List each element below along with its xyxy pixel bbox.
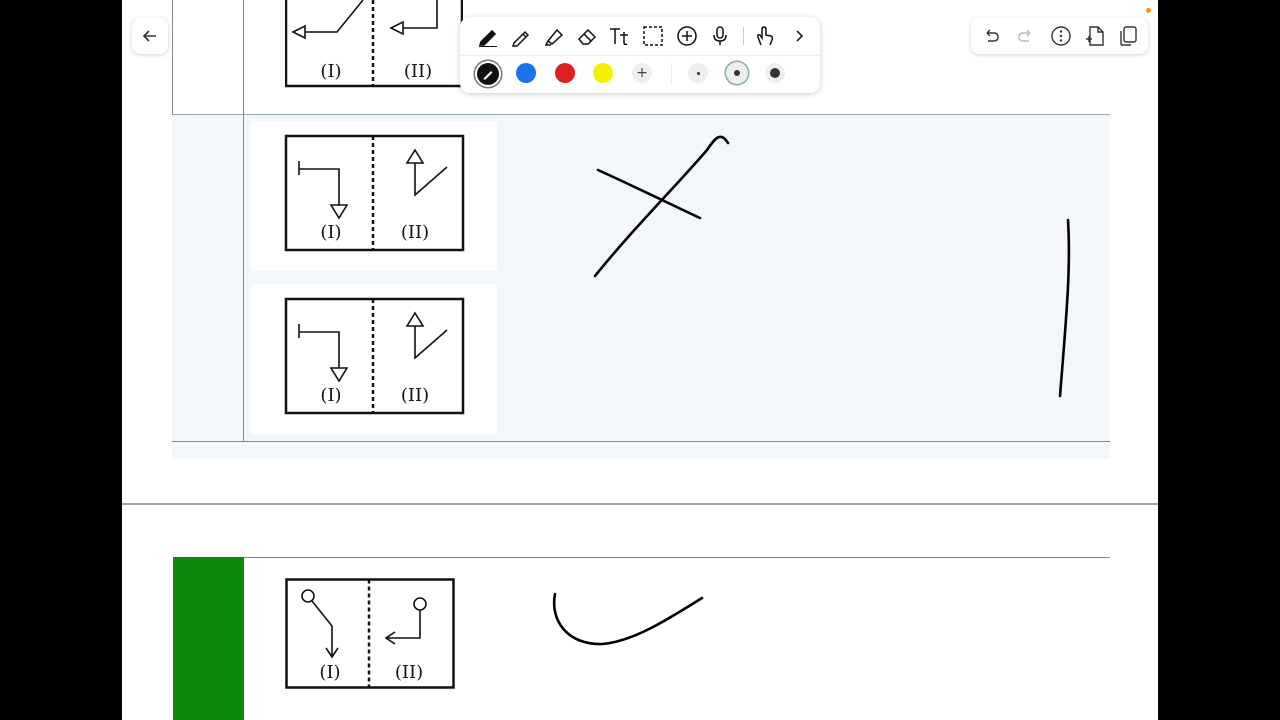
handwritten-check-mark bbox=[552, 592, 704, 646]
edit-icon bbox=[483, 71, 493, 80]
redo-icon[interactable] bbox=[1014, 24, 1038, 48]
eraser-icon[interactable] bbox=[575, 24, 599, 48]
add-icon[interactable] bbox=[675, 24, 699, 48]
pencil-icon[interactable] bbox=[509, 24, 533, 48]
color-swatch-red[interactable] bbox=[555, 63, 575, 83]
toolbar-separator bbox=[743, 27, 744, 45]
chevron-right-icon[interactable] bbox=[787, 24, 811, 48]
add-color-button[interactable]: + bbox=[632, 63, 652, 83]
more-icon[interactable] bbox=[1049, 24, 1073, 48]
copy-icon[interactable] bbox=[1116, 24, 1140, 48]
highlighter-icon[interactable] bbox=[542, 24, 566, 48]
undo-icon[interactable] bbox=[979, 24, 1003, 48]
add-color-label: + bbox=[636, 65, 648, 81]
color-swatch-blue[interactable] bbox=[516, 63, 536, 83]
document-toolbar bbox=[971, 18, 1148, 54]
color-swatch-yellow[interactable] bbox=[593, 63, 613, 83]
toolbar-separator bbox=[671, 63, 672, 85]
color-swatch-black[interactable] bbox=[477, 63, 499, 85]
notebook-page: (I) (II) (I) (II) (I) (II) (I) (II) + bbox=[122, 0, 1158, 720]
drawing-toolbar: + bbox=[460, 17, 820, 93]
notification-dot bbox=[1146, 8, 1151, 13]
pen-icon[interactable] bbox=[476, 24, 500, 48]
lasso-select-icon[interactable] bbox=[641, 24, 665, 48]
toolbar-row-divider bbox=[460, 55, 820, 56]
add-page-icon[interactable] bbox=[1083, 24, 1107, 48]
stroke-size-medium[interactable] bbox=[726, 62, 748, 84]
stroke-size-thick[interactable] bbox=[765, 63, 785, 83]
stroke-size-thin[interactable] bbox=[688, 63, 708, 83]
touch-draw-icon[interactable] bbox=[753, 24, 777, 48]
microphone-icon[interactable] bbox=[708, 24, 732, 48]
text-icon[interactable] bbox=[608, 24, 632, 48]
